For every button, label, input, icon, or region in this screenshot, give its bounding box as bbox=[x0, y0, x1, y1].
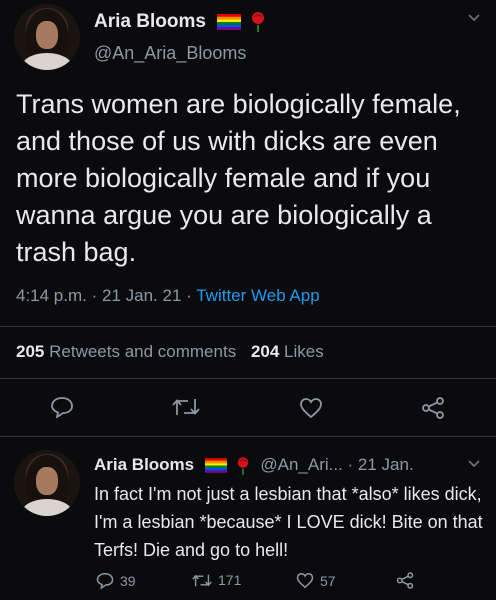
reply-count: 39 bbox=[120, 572, 136, 589]
likes-count[interactable]: 204 bbox=[251, 342, 279, 361]
rainbow-flag-icon bbox=[204, 458, 227, 473]
avatar[interactable] bbox=[14, 450, 80, 516]
divider bbox=[0, 436, 496, 437]
retweet-button[interactable]: 171 bbox=[192, 572, 241, 588]
retweet-icon bbox=[172, 399, 200, 415]
reply-header: Aria Blooms @An_Ari... · 21 Jan. bbox=[94, 455, 414, 475]
retweet-count: 171 bbox=[218, 572, 242, 588]
reply-icon bbox=[96, 572, 114, 589]
reply-button[interactable]: 39 bbox=[96, 572, 136, 589]
tweet-date: 21 Jan. 21 bbox=[102, 286, 182, 305]
tweet-text: Trans women are biologically female, and… bbox=[16, 89, 461, 267]
retweets-count[interactable]: 205 bbox=[16, 342, 44, 361]
display-name[interactable]: Aria Blooms bbox=[94, 11, 266, 33]
divider bbox=[0, 378, 496, 379]
rose-icon bbox=[237, 456, 248, 475]
retweets-label[interactable]: Retweets and comments bbox=[49, 342, 236, 361]
display-name[interactable]: Aria Blooms bbox=[94, 455, 194, 474]
chevron-down-icon[interactable] bbox=[467, 456, 481, 474]
reply-tweet-text: In fact I'm not just a lesbian that *als… bbox=[94, 484, 483, 560]
like-button[interactable] bbox=[299, 397, 323, 419]
engagement-stats: 205 Retweets and comments 204 Likes bbox=[16, 342, 324, 362]
likes-label[interactable]: Likes bbox=[284, 342, 324, 361]
retweet-icon bbox=[192, 574, 212, 586]
tweet-time: 4:14 p.m. bbox=[16, 286, 87, 305]
heart-icon bbox=[296, 572, 314, 589]
share-button[interactable] bbox=[396, 572, 414, 589]
rainbow-flag-icon bbox=[217, 14, 242, 30]
share-button[interactable] bbox=[421, 397, 445, 419]
rose-icon bbox=[252, 12, 265, 32]
tweet-date[interactable]: 21 Jan. bbox=[358, 455, 414, 474]
source-app-link[interactable]: Twitter Web App bbox=[196, 286, 319, 305]
like-button[interactable]: 57 bbox=[296, 572, 336, 589]
divider bbox=[0, 326, 496, 327]
handle[interactable]: @An_Aria_Blooms bbox=[94, 43, 246, 64]
avatar[interactable] bbox=[14, 4, 80, 70]
heart-icon bbox=[300, 398, 322, 419]
reply-icon bbox=[51, 397, 73, 418]
like-count: 57 bbox=[320, 572, 336, 589]
share-icon bbox=[422, 397, 444, 419]
tweet-meta: 4:14 p.m. · 21 Jan. 21 · Twitter Web App bbox=[16, 286, 320, 305]
handle[interactable]: @An_Ari... bbox=[260, 455, 342, 474]
chevron-down-icon[interactable] bbox=[467, 10, 481, 28]
share-icon bbox=[396, 572, 414, 589]
reply-button[interactable] bbox=[50, 396, 74, 418]
retweet-button[interactable] bbox=[172, 397, 200, 417]
